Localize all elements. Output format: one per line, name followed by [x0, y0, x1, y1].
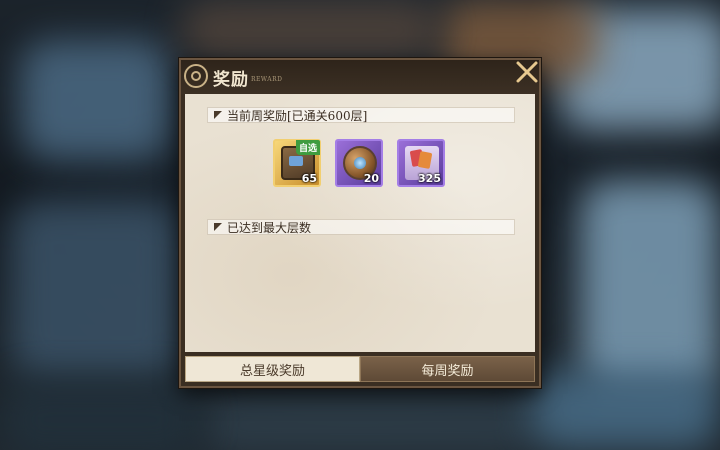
- dialog-header: 奖励 REWARD: [181, 60, 539, 94]
- tab-total-star-rewards[interactable]: 总星级奖励: [185, 356, 360, 382]
- reward-dialog: 奖励 REWARD 当前周奖励[已通关600层] 自选 65 20 325 已达…: [179, 58, 541, 388]
- close-button[interactable]: [513, 58, 541, 86]
- close-icon: [516, 61, 538, 83]
- reward-item-sphere[interactable]: 20: [335, 139, 383, 187]
- item-quantity: 325: [418, 172, 441, 185]
- dialog-title: 奖励: [213, 70, 249, 90]
- reward-item-chest[interactable]: 自选 65: [273, 139, 321, 187]
- reward-tabs: 总星级奖励 每周奖励: [185, 356, 535, 382]
- tab-weekly-rewards[interactable]: 每周奖励: [360, 356, 535, 382]
- max-floor-label: 已达到最大层数: [227, 220, 312, 235]
- optional-select-badge: 自选: [295, 140, 320, 155]
- section-triangle-icon: [214, 111, 222, 119]
- reward-item-cards[interactable]: 325: [397, 139, 445, 187]
- section-triangle-icon: [214, 223, 222, 231]
- reward-panel: 当前周奖励[已通关600层] 自选 65 20 325 已达到最大层数: [185, 94, 535, 352]
- emblem-icon: [184, 64, 208, 88]
- current-week-label: 当前周奖励[已通关600层]: [227, 108, 368, 123]
- max-floor-section-header: 已达到最大层数: [207, 219, 515, 235]
- reward-items-list: 自选 65 20 325: [273, 139, 445, 187]
- current-week-section-header: 当前周奖励[已通关600层]: [207, 107, 515, 123]
- item-quantity: 20: [363, 172, 379, 185]
- dialog-subtitle: REWARD: [251, 76, 283, 83]
- item-quantity: 65: [301, 172, 317, 185]
